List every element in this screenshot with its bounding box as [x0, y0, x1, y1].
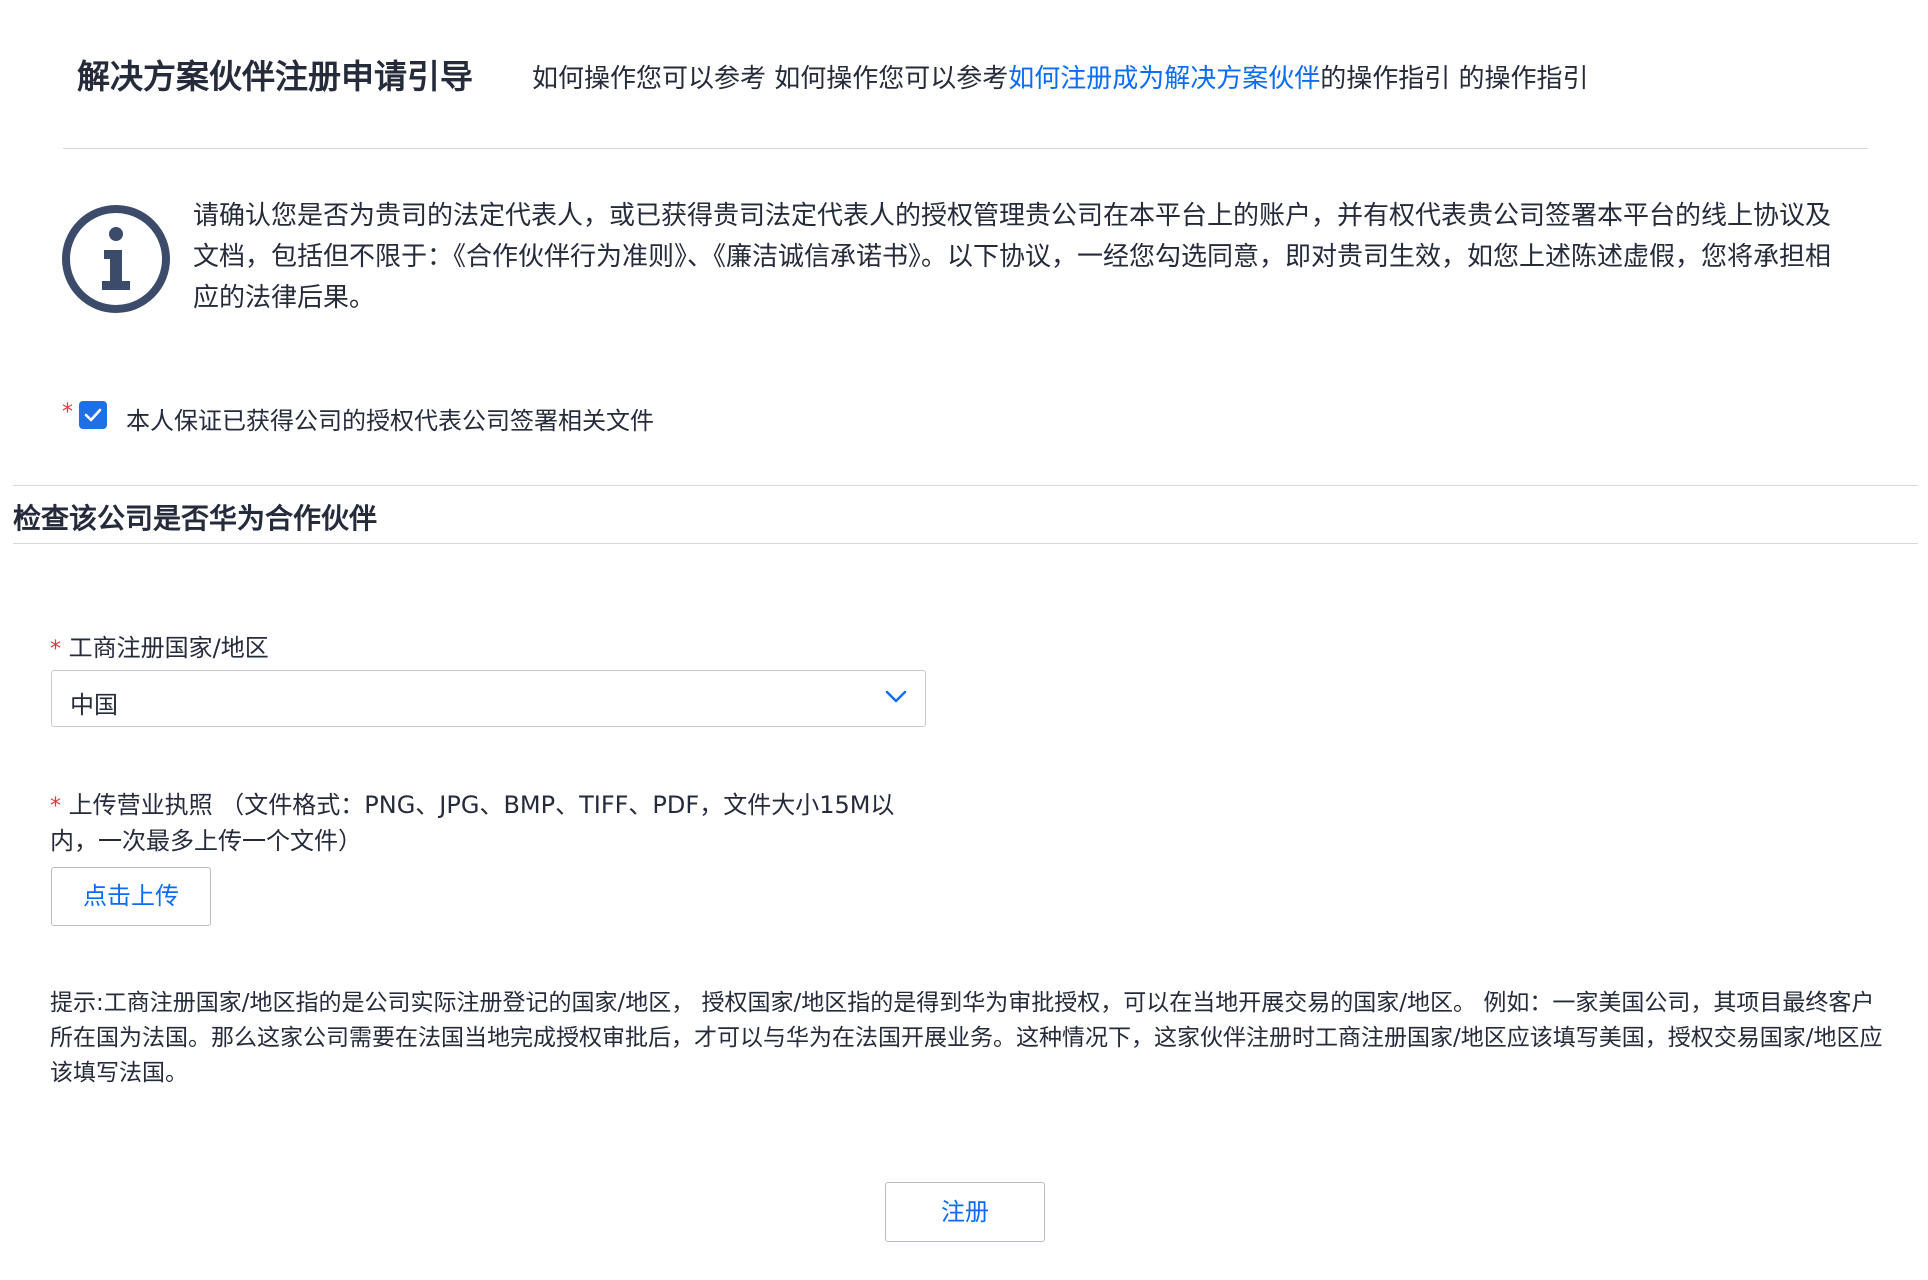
required-mark: * — [50, 637, 61, 662]
authorization-label: 本人保证已获得公司的授权代表公司签署相关文件 — [126, 407, 654, 435]
register-button[interactable]: 注册 — [885, 1182, 1045, 1242]
chevron-down-icon — [885, 690, 907, 703]
required-mark: * — [50, 794, 61, 819]
country-label-text: 工商注册国家/地区 — [68, 634, 269, 662]
page-title: 解决方案伙伴注册申请引导 — [77, 57, 473, 96]
section-divider-bottom — [13, 543, 1918, 544]
check-icon — [84, 408, 102, 422]
header-divider — [63, 148, 1868, 149]
country-label: * 工商注册国家/地区 — [50, 628, 269, 663]
section-title: 检查该公司是否华为合作伙伴 — [13, 502, 378, 535]
guide-suffix: 的操作指引 的操作指引 — [1320, 64, 1589, 94]
hint-text: 提示:工商注册国家/地区指的是公司实际注册登记的国家/地区， 授权国家/地区指的… — [50, 990, 1883, 1086]
info-circle-icon — [60, 203, 172, 315]
country-select[interactable]: 中国 — [51, 670, 926, 727]
upload-button[interactable]: 点击上传 — [51, 867, 211, 926]
notice-text: 请确认您是否为贵司的法定代表人，或已获得贵司法定代表人的授权管理贵公司在本平台上… — [193, 201, 1832, 313]
upload-label-text: 上传营业执照 （文件格式：PNG、JPG、BMP、TIFF、PDF，文件大小15… — [50, 791, 895, 855]
authorization-checkbox[interactable] — [79, 401, 107, 429]
guide-line: 如何操作您可以参考 如何操作您可以参考如何注册成为解决方案伙伴的操作指引 的操作… — [532, 58, 1589, 95]
guide-link[interactable]: 如何注册成为解决方案伙伴 — [1008, 64, 1320, 94]
upload-label: * 上传营业执照 （文件格式：PNG、JPG、BMP、TIFF、PDF，文件大小… — [50, 788, 930, 859]
guide-prefix: 如何操作您可以参考 如何操作您可以参考 — [532, 64, 1009, 94]
required-mark: * — [62, 400, 73, 425]
section-divider-top — [13, 485, 1918, 486]
country-select-value: 中国 — [70, 691, 118, 719]
